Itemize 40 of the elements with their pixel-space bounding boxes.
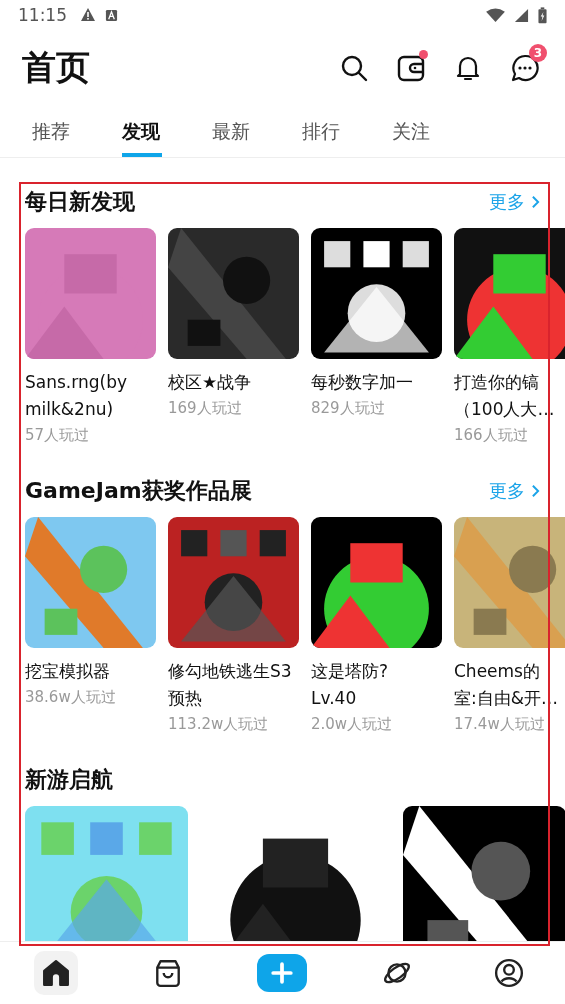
game-title: 挖宝模拟器 <box>25 660 111 683</box>
signal-icon <box>514 7 529 23</box>
tab[interactable]: 关注 <box>366 106 456 157</box>
play-count: 113.2w人玩过 <box>168 714 270 735</box>
play-count: 38.6w人玩过 <box>25 687 117 708</box>
chevron-icon <box>531 195 540 209</box>
game-title: 这是塔防? Lv.40 <box>311 660 390 710</box>
page-title: 首页 <box>22 46 90 89</box>
tab[interactable]: 发现 <box>96 106 186 157</box>
plus-icon <box>271 962 294 984</box>
status-time: 11:15 <box>18 5 67 25</box>
section-title: GameJam获奖作品展 <box>25 477 252 505</box>
game-title: 打造你的镐 <box>454 371 539 394</box>
tab[interactable]: 排行 <box>276 106 366 157</box>
chevron-icon <box>531 484 540 498</box>
game-title: Sans.rng(by milk&2nu) <box>25 371 128 421</box>
tab[interactable]: 推荐 <box>6 106 96 157</box>
section-title: 每日新发现 <box>25 188 135 216</box>
game-title: 每秒数字加一 <box>311 371 414 394</box>
unread-badge: 3 <box>529 44 547 62</box>
play-count: 57人玩过 <box>25 425 91 446</box>
wifi-icon <box>486 7 505 23</box>
play-count: 829人玩过 <box>311 398 386 419</box>
tab[interactable]: 最新 <box>186 106 276 157</box>
play-count: 17.4w人玩过 <box>454 714 546 735</box>
home-tab[interactable] <box>33 951 78 995</box>
game-title: （100人大… <box>454 398 555 421</box>
play-count: 2.0w人玩过 <box>311 714 394 735</box>
play-count: 169人玩过 <box>168 398 243 419</box>
game-title: 校区★战争 <box>168 371 253 394</box>
game-title: Cheems的 <box>454 660 540 683</box>
battery-icon <box>538 6 547 24</box>
warning-icon <box>80 7 96 23</box>
section-title: 新游启航 <box>25 766 113 794</box>
keyboard-icon <box>105 8 118 22</box>
play-count: 166人玩过 <box>454 425 529 446</box>
home-icon <box>40 958 71 988</box>
create-button[interactable] <box>257 954 308 992</box>
profile-icon <box>494 958 525 988</box>
game-title: 修勾地铁逃生S3预热 <box>168 660 293 710</box>
